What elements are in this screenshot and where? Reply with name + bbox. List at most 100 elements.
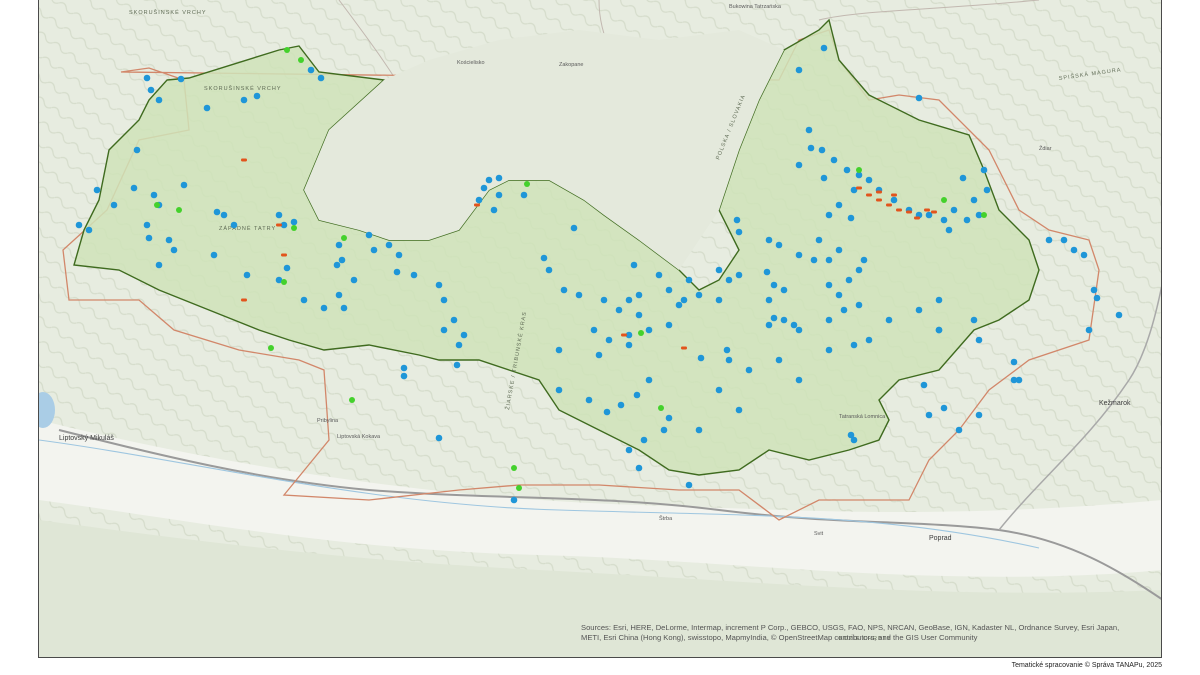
observation-point-blue[interactable] <box>338 256 346 264</box>
observation-point-red[interactable] <box>931 210 937 214</box>
observation-point-blue[interactable] <box>155 261 163 269</box>
observation-point-blue[interactable] <box>453 361 461 369</box>
observation-point-blue[interactable] <box>133 146 141 154</box>
observation-point-blue[interactable] <box>495 191 503 199</box>
observation-point-blue[interactable] <box>75 221 83 229</box>
observation-point-green[interactable] <box>941 197 947 203</box>
observation-point-blue[interactable] <box>770 281 778 289</box>
observation-point-green[interactable] <box>856 167 862 173</box>
observation-point-blue[interactable] <box>435 281 443 289</box>
observation-point-blue[interactable] <box>920 381 928 389</box>
observation-point-blue[interactable] <box>155 96 163 104</box>
observation-point-blue[interactable] <box>615 306 623 314</box>
observation-point-blue[interactable] <box>635 464 643 472</box>
observation-point-blue[interactable] <box>485 176 493 184</box>
observation-point-blue[interactable] <box>555 346 563 354</box>
observation-point-blue[interactable] <box>963 216 971 224</box>
observation-point-blue[interactable] <box>300 296 308 304</box>
map-frame[interactable]: SKORUŠINSKÉ VRCHY SKORUŠINSKÉ VRCHY SPIŠ… <box>38 0 1162 658</box>
observation-point-blue[interactable] <box>950 206 958 214</box>
observation-point-blue[interactable] <box>495 174 503 182</box>
observation-point-blue[interactable] <box>633 391 641 399</box>
observation-point-blue[interactable] <box>850 436 858 444</box>
observation-point-blue[interactable] <box>835 201 843 209</box>
observation-point-blue[interactable] <box>243 271 251 279</box>
observation-point-blue[interactable] <box>1070 246 1078 254</box>
observation-point-red[interactable] <box>681 346 687 350</box>
observation-point-blue[interactable] <box>795 161 803 169</box>
observation-point-blue[interactable] <box>970 316 978 324</box>
observation-point-red[interactable] <box>906 210 912 214</box>
observation-point-green[interactable] <box>349 397 355 403</box>
observation-point-blue[interactable] <box>460 331 468 339</box>
observation-point-blue[interactable] <box>925 411 933 419</box>
observation-point-blue[interactable] <box>723 346 731 354</box>
observation-point-blue[interactable] <box>240 96 248 104</box>
observation-point-blue[interactable] <box>475 196 483 204</box>
observation-point-blue[interactable] <box>560 286 568 294</box>
observation-point-blue[interactable] <box>850 341 858 349</box>
observation-point-blue[interactable] <box>143 221 151 229</box>
observation-point-blue[interactable] <box>625 296 633 304</box>
observation-point-blue[interactable] <box>645 326 653 334</box>
observation-point-blue[interactable] <box>835 291 843 299</box>
observation-point-blue[interactable] <box>715 266 723 274</box>
observation-point-blue[interactable] <box>715 386 723 394</box>
observation-point-blue[interactable] <box>840 306 848 314</box>
observation-point-blue[interactable] <box>450 316 458 324</box>
observation-point-blue[interactable] <box>395 251 403 259</box>
observation-point-green[interactable] <box>284 47 290 53</box>
observation-point-blue[interactable] <box>340 304 348 312</box>
observation-point-blue[interactable] <box>555 386 563 394</box>
observation-point-blue[interactable] <box>655 271 663 279</box>
observation-point-blue[interactable] <box>170 246 178 254</box>
observation-point-blue[interactable] <box>915 94 923 102</box>
observation-point-blue[interactable] <box>970 196 978 204</box>
observation-point-blue[interactable] <box>150 191 158 199</box>
observation-point-blue[interactable] <box>600 296 608 304</box>
observation-point-blue[interactable] <box>605 336 613 344</box>
observation-point-green[interactable] <box>341 235 347 241</box>
observation-point-blue[interactable] <box>333 261 341 269</box>
observation-point-blue[interactable] <box>825 346 833 354</box>
observation-point-blue[interactable] <box>213 208 221 216</box>
observation-point-green[interactable] <box>981 212 987 218</box>
observation-point-blue[interactable] <box>180 181 188 189</box>
observation-point-blue[interactable] <box>1115 311 1123 319</box>
observation-point-blue[interactable] <box>290 218 298 226</box>
observation-point-blue[interactable] <box>847 214 855 222</box>
observation-point-blue[interactable] <box>775 356 783 364</box>
observation-point-blue[interactable] <box>393 268 401 276</box>
observation-point-blue[interactable] <box>825 316 833 324</box>
observation-point-blue[interactable] <box>790 321 798 329</box>
observation-point-blue[interactable] <box>665 321 673 329</box>
observation-point-red[interactable] <box>621 333 627 337</box>
observation-point-blue[interactable] <box>795 376 803 384</box>
observation-point-blue[interactable] <box>825 281 833 289</box>
observation-point-blue[interactable] <box>480 184 488 192</box>
observation-point-blue[interactable] <box>1010 358 1018 366</box>
observation-point-blue[interactable] <box>835 246 843 254</box>
observation-point-blue[interactable] <box>940 404 948 412</box>
map-canvas[interactable]: SKORUŠINSKÉ VRCHY SKORUŠINSKÉ VRCHY SPIŠ… <box>39 0 1162 658</box>
observation-point-blue[interactable] <box>675 301 683 309</box>
observation-point-blue[interactable] <box>765 236 773 244</box>
observation-point-blue[interactable] <box>685 481 693 489</box>
observation-point-blue[interactable] <box>845 276 853 284</box>
observation-point-blue[interactable] <box>1045 236 1053 244</box>
observation-point-blue[interactable] <box>370 246 378 254</box>
observation-point-blue[interactable] <box>1090 286 1098 294</box>
observation-point-blue[interactable] <box>685 276 693 284</box>
observation-point-blue[interactable] <box>820 44 828 52</box>
observation-point-blue[interactable] <box>585 396 593 404</box>
observation-point-blue[interactable] <box>818 146 826 154</box>
observation-point-blue[interactable] <box>680 296 688 304</box>
observation-point-blue[interactable] <box>1093 294 1101 302</box>
observation-point-blue[interactable] <box>915 306 923 314</box>
observation-point-blue[interactable] <box>177 75 185 83</box>
observation-point-red[interactable] <box>241 158 247 162</box>
observation-point-blue[interactable] <box>865 336 873 344</box>
observation-point-blue[interactable] <box>317 74 325 82</box>
observation-point-green[interactable] <box>154 202 160 208</box>
observation-point-blue[interactable] <box>830 156 838 164</box>
